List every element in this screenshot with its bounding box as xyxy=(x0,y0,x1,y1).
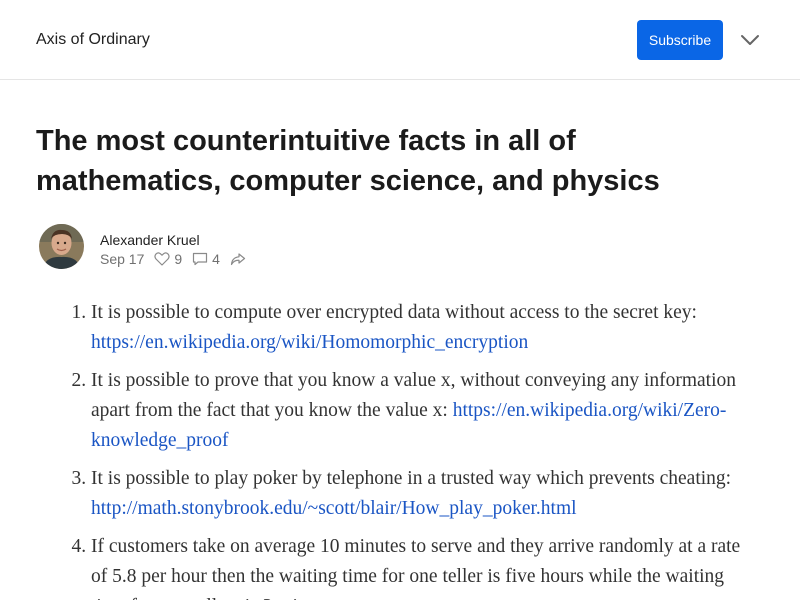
publication-name[interactable]: Axis of Ordinary xyxy=(36,30,150,50)
like-button[interactable]: 9 xyxy=(154,251,182,267)
item-text: It is possible to compute over encrypted… xyxy=(91,302,697,323)
post-date: Sep 17 xyxy=(100,251,145,267)
post-title: The most counterintuitive facts in all o… xyxy=(36,125,660,197)
item-link[interactable]: http://math.stonybrook.edu/~scott/blair/… xyxy=(91,498,577,519)
item-link[interactable]: https://en.wikipedia.org/wiki/Homomorphi… xyxy=(91,332,528,353)
share-icon xyxy=(230,253,246,266)
heart-icon xyxy=(154,252,171,266)
post-meta: Sep 17 9 4 xyxy=(100,251,260,267)
avatar[interactable] xyxy=(39,224,84,269)
share-button[interactable] xyxy=(230,252,250,266)
comment-icon xyxy=(193,252,208,266)
facts-list: It is possible to compute over encrypted… xyxy=(0,298,761,600)
top-bar: Axis of Ordinary Subscribe xyxy=(0,0,800,80)
like-count: 9 xyxy=(174,251,183,267)
comments-button[interactable]: 4 xyxy=(192,251,220,267)
list-item: It is possible to compute over encrypted… xyxy=(91,298,761,358)
item-text: If customers take on average 10 minutes … xyxy=(91,536,741,600)
author-name[interactable]: Alexander Kruel xyxy=(100,232,200,248)
list-item: It is possible to prove that you know a … xyxy=(91,366,761,456)
comment-count: 4 xyxy=(212,251,220,267)
post-body: It is possible to compute over encrypted… xyxy=(0,298,800,600)
list-item: It is possible to play poker by telephon… xyxy=(91,464,761,524)
subscribe-button[interactable]: Subscribe xyxy=(637,20,723,60)
list-item: If customers take on average 10 minutes … xyxy=(91,532,761,600)
chevron-down-icon[interactable] xyxy=(740,32,760,48)
item-text: It is possible to play poker by telephon… xyxy=(91,468,732,489)
